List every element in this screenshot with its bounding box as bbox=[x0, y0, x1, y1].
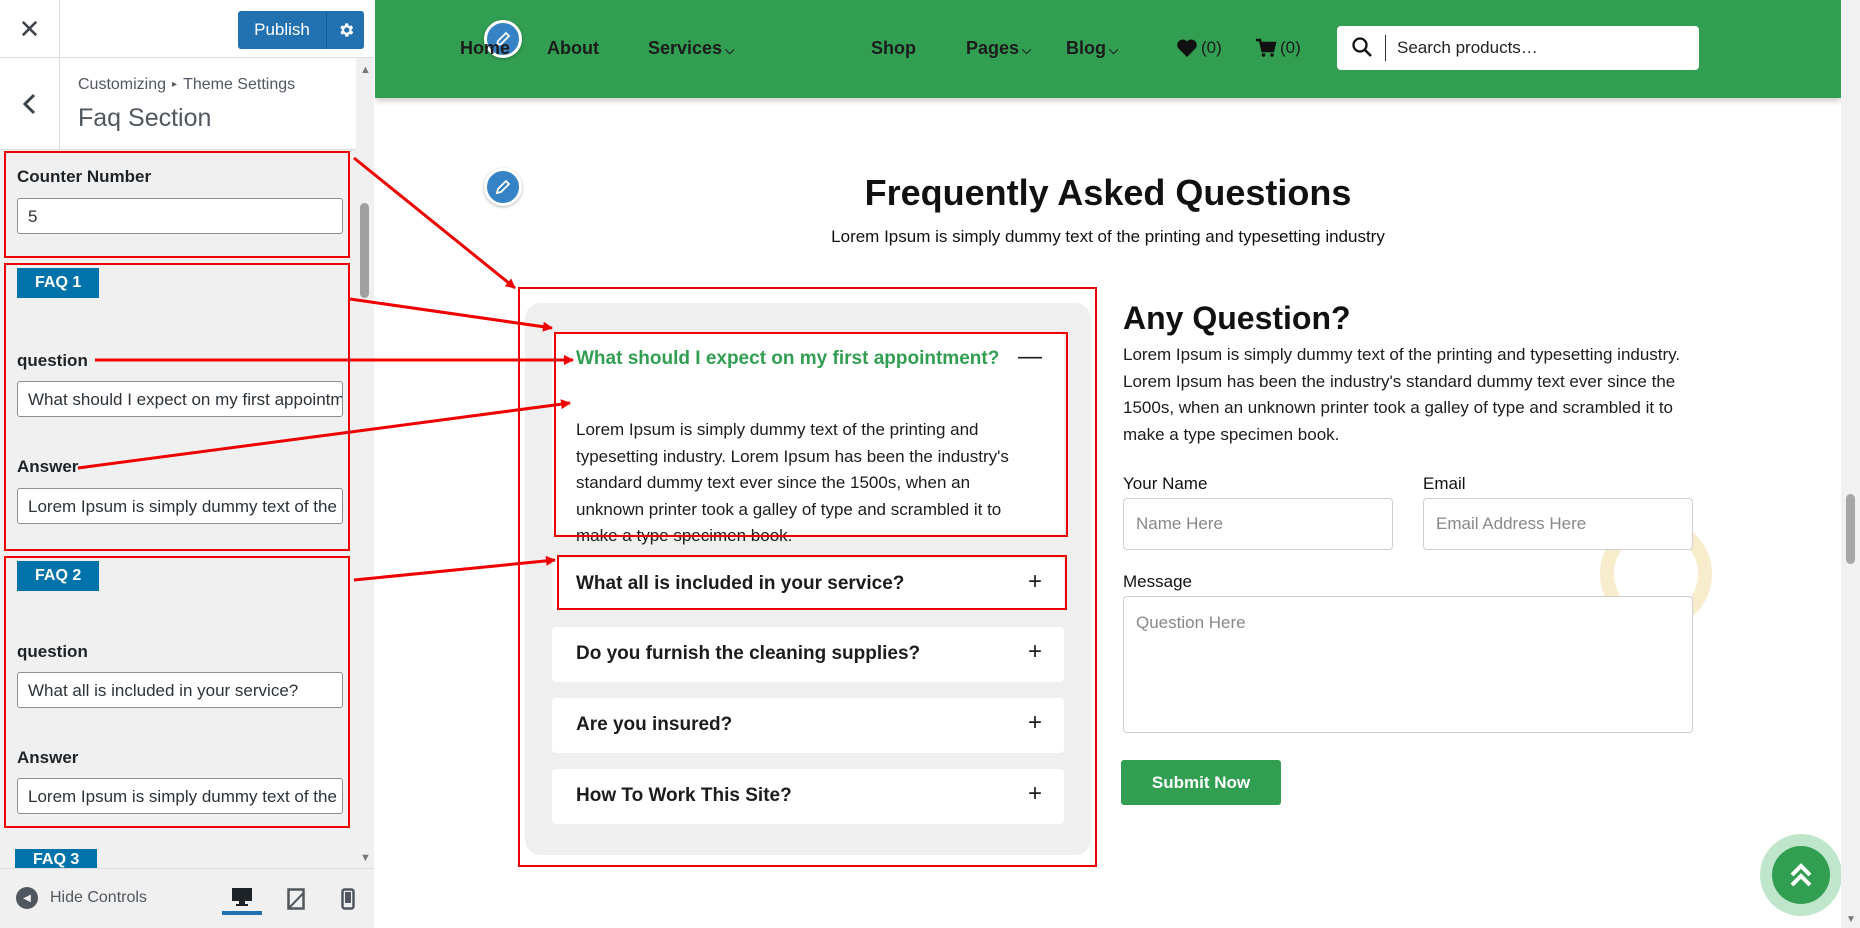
faq-question-4: Are you insured? bbox=[576, 714, 733, 735]
site-header: Home About Services ⌵ Shop Pages ⌵ Blog ⌵ (… bbox=[375, 0, 1841, 98]
wishlist-link[interactable]: (0) bbox=[1176, 38, 1222, 58]
nav-services[interactable]: Services ⌵ bbox=[648, 38, 734, 59]
plus-icon[interactable]: + bbox=[1028, 638, 1042, 666]
faq-answer-1: Lorem Ipsum is simply dummy text of the … bbox=[576, 420, 1009, 545]
nav-home[interactable]: Home bbox=[460, 38, 510, 59]
name-field[interactable]: Name Here bbox=[1123, 498, 1393, 550]
back-to-top-button[interactable] bbox=[1760, 834, 1841, 916]
counter-number-input[interactable]: 5 bbox=[17, 198, 343, 234]
section-header: Customizing ▸ Theme Settings Faq Section bbox=[0, 58, 356, 150]
mobile-preview-icon[interactable] bbox=[328, 883, 368, 915]
faq-1-tag: FAQ 1 bbox=[17, 268, 100, 298]
back-arrow-icon[interactable] bbox=[0, 58, 60, 150]
faq-2-question-label: question bbox=[17, 642, 88, 661]
any-question-text: Lorem Ipsum is simply dummy text of the … bbox=[1123, 345, 1681, 444]
double-chevron-up-icon bbox=[1772, 846, 1830, 904]
faq-2-question-input[interactable]: What all is included in your service? bbox=[17, 672, 343, 708]
nav-pages-label: Pages bbox=[966, 38, 1020, 58]
customizer-topbar: ✕ Publish bbox=[0, 0, 374, 58]
message-label: Message bbox=[1123, 572, 1192, 591]
faq-question-3: Do you furnish the cleaning supplies? bbox=[576, 643, 921, 664]
faq-1-question-label: question bbox=[17, 351, 88, 370]
email-label: Email bbox=[1423, 474, 1466, 493]
chevron-down-icon: ⌵ bbox=[1022, 43, 1032, 57]
scroll-up-icon[interactable]: ▲ bbox=[360, 64, 371, 76]
nav-pages[interactable]: Pages ⌵ bbox=[966, 38, 1031, 59]
hide-controls-button[interactable]: ◀ Hide Controls bbox=[16, 887, 147, 909]
customizer-footer: ◀ Hide Controls bbox=[0, 868, 374, 928]
faq-item-5[interactable]: How To Work This Site? + bbox=[552, 769, 1064, 824]
faq-item-3[interactable]: Do you furnish the cleaning supplies? + bbox=[552, 627, 1064, 682]
faq-question-1[interactable]: What should I expect on my first appoint… bbox=[576, 348, 999, 370]
search-divider bbox=[1385, 35, 1386, 61]
collapse-icon: ◀ bbox=[16, 887, 38, 909]
section-title: Faq Section bbox=[78, 104, 212, 132]
gear-icon[interactable] bbox=[326, 11, 364, 49]
counter-number-label: Counter Number bbox=[17, 167, 152, 186]
scrollbar-thumb[interactable] bbox=[360, 203, 369, 298]
publish-group: Publish bbox=[238, 11, 364, 49]
faq-2-answer-label: Answer bbox=[17, 748, 79, 767]
nav-services-label: Services bbox=[648, 38, 723, 58]
nav-blog-label: Blog bbox=[1066, 38, 1106, 58]
counter-number-control: Counter Number 5 bbox=[4, 151, 350, 258]
breadcrumb: Customizing ▸ Theme Settings bbox=[78, 76, 295, 94]
nav-shop[interactable]: Shop bbox=[871, 38, 916, 59]
tablet-preview-icon[interactable] bbox=[276, 883, 316, 915]
faq-1-answer-input[interactable]: Lorem Ipsum is simply dummy text of the … bbox=[17, 488, 343, 524]
faq-1-question-input[interactable]: What should I expect on my first appoint… bbox=[17, 381, 343, 417]
scrollbar-thumb[interactable] bbox=[1846, 494, 1855, 564]
cart-link[interactable]: (0) bbox=[1255, 38, 1301, 58]
faq-1-answer-label: Answer bbox=[17, 457, 79, 476]
cart-icon bbox=[1256, 38, 1277, 57]
hide-controls-label: Hide Controls bbox=[50, 889, 147, 906]
publish-button[interactable]: Publish bbox=[238, 11, 326, 49]
preview-scrollbar[interactable]: ▼ bbox=[1841, 0, 1860, 928]
faq-3-tag: FAQ 3 bbox=[15, 849, 98, 868]
faq-2-answer-input[interactable]: Lorem Ipsum is simply dummy text of the … bbox=[17, 778, 343, 814]
plus-icon[interactable]: + bbox=[1028, 568, 1042, 596]
faq-2-control: FAQ 2 question What all is included in y… bbox=[4, 556, 350, 828]
email-field[interactable]: Email Address Here bbox=[1423, 498, 1693, 550]
wishlist-count: (0) bbox=[1201, 38, 1222, 57]
faq-item-1[interactable]: What should I expect on my first appoint… bbox=[552, 334, 1064, 545]
submit-button[interactable]: Submit Now bbox=[1121, 760, 1281, 805]
faq-item-2[interactable]: What all is included in your service? + bbox=[552, 558, 1064, 610]
chevron-down-icon: ⌵ bbox=[725, 43, 735, 57]
heart-icon bbox=[1177, 39, 1197, 57]
nav-blog[interactable]: Blog ⌵ bbox=[1066, 38, 1118, 59]
breadcrumb-item: Customizing bbox=[78, 76, 167, 93]
faq-1-control: FAQ 1 question What should I expect on m… bbox=[4, 263, 350, 551]
nav-about[interactable]: About bbox=[547, 38, 599, 59]
name-label: Your Name bbox=[1123, 474, 1208, 493]
faq-question-5: How To Work This Site? bbox=[576, 785, 792, 806]
any-question-title: Any Question? bbox=[1123, 300, 1351, 336]
sidebar-scrollbar[interactable]: ▲ ▼ bbox=[356, 58, 374, 868]
faq-item-4[interactable]: Are you insured? + bbox=[552, 698, 1064, 753]
search-icon[interactable] bbox=[1351, 36, 1373, 58]
message-field[interactable]: Question Here bbox=[1123, 596, 1693, 733]
customizer-sidebar: ✕ Publish Customizing ▸ Theme Settings Faq… bbox=[0, 0, 374, 928]
faq-subheading: Lorem Ipsum is simply dummy text of the … bbox=[831, 227, 1385, 246]
site-preview: Home About Services ⌵ Shop Pages ⌵ Blog ⌵ (… bbox=[375, 0, 1841, 928]
chevron-down-icon: ⌵ bbox=[1109, 43, 1119, 57]
scroll-down-icon[interactable]: ▼ bbox=[360, 852, 371, 864]
plus-icon[interactable]: + bbox=[1028, 709, 1042, 737]
cart-count: (0) bbox=[1280, 38, 1301, 57]
close-icon[interactable]: ✕ bbox=[0, 0, 60, 58]
breadcrumb-item: Theme Settings bbox=[183, 76, 296, 93]
breadcrumb-separator-icon: ▸ bbox=[172, 79, 178, 90]
minus-icon[interactable]: — bbox=[1018, 343, 1042, 371]
search-placeholder: Search products… bbox=[1397, 38, 1538, 57]
faq-2-tag: FAQ 2 bbox=[17, 561, 100, 591]
search-input[interactable]: Search products… bbox=[1337, 26, 1699, 70]
faq-question-2: What all is included in your service? bbox=[576, 573, 905, 594]
plus-icon[interactable]: + bbox=[1028, 780, 1042, 808]
desktop-preview-icon[interactable] bbox=[222, 883, 262, 915]
faq-heading: Frequently Asked Questions bbox=[864, 172, 1352, 213]
scroll-down-icon[interactable]: ▼ bbox=[1846, 914, 1856, 925]
